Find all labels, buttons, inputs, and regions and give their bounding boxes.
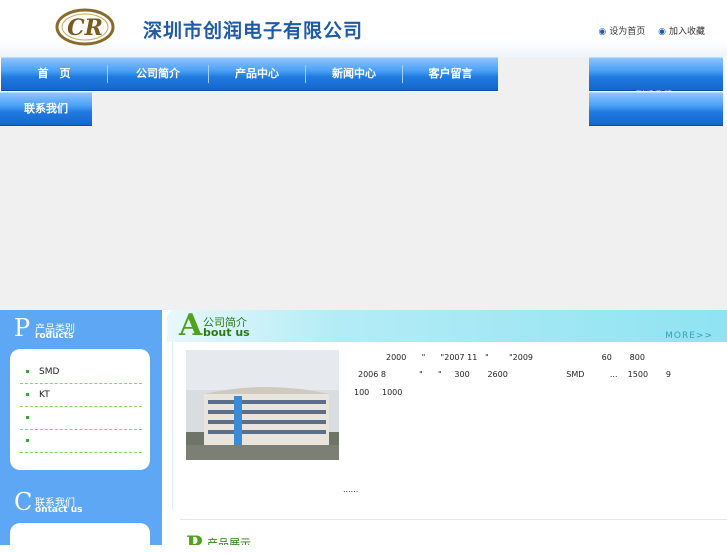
main-nav: 首 页 公司简介 产品中心 新闻中心 客户留言 <box>1 57 498 91</box>
nav-row-2: 联系我们 <box>0 92 92 126</box>
category-item-3[interactable] <box>20 407 142 430</box>
nav-guestbook[interactable]: 客户留言 <box>403 58 498 90</box>
products-showcase-header: P 产品展示 <box>180 532 727 545</box>
eye-icon: ◉ <box>598 27 607 37</box>
banner-center <box>92 92 589 310</box>
contact-box <box>10 523 150 553</box>
about-text-line: 2000 " "2007 11 " "2009 60 800 <box>386 353 645 362</box>
contact-title-en: ontact us <box>35 505 83 515</box>
about-text-line: 100 1000 <box>354 388 403 397</box>
add-favorite-link[interactable]: ◉ 加入收藏 <box>658 27 705 37</box>
products-letter: P <box>14 314 31 342</box>
nav-products[interactable]: 产品中心 <box>209 58 305 90</box>
nav-home[interactable]: 首 页 <box>1 58 107 90</box>
about-text-line: 2006 8 " " 300 2600 SMD ... 1500 9 <box>358 370 671 379</box>
banner-gap <box>498 57 589 92</box>
site-header: CR 深圳市创润电子有限公司 ◉ 设为首页 ◉ 加入收藏 <box>0 0 727 57</box>
nav-news[interactable]: 新闻中心 <box>306 58 402 90</box>
about-ellipsis: ...... <box>343 485 359 494</box>
about-letter: A <box>179 308 203 343</box>
about-header: A 公司简介 bout us MORE>> <box>167 308 727 343</box>
products-showcase-title: 产品展示 <box>207 537 251 545</box>
set-homepage-link[interactable]: ◉ 设为首页 <box>598 27 645 37</box>
category-item-4[interactable] <box>20 430 142 453</box>
nav-right-bottom <box>589 92 723 126</box>
nav-right-top: 联系我们 <box>589 57 723 101</box>
top-links: ◉ 设为首页 ◉ 加入收藏 <box>588 24 705 37</box>
contact-letter: C <box>14 488 33 516</box>
bullet-icon <box>26 415 29 419</box>
company-logo[interactable]: CR <box>55 8 115 46</box>
products-category-title: P 产品类别 roducts <box>0 312 162 342</box>
company-building-photo[interactable] <box>186 350 339 460</box>
bullet-icon <box>26 392 29 396</box>
bullet-icon <box>26 369 29 373</box>
bullet-icon <box>26 438 29 442</box>
nav-contact[interactable]: 联系我们 <box>0 93 92 125</box>
left-sidebar: P 产品类别 roducts SMD KT C 联系我们 ontact us <box>0 310 162 553</box>
category-item-smd[interactable]: SMD <box>20 361 142 384</box>
category-item-kt[interactable]: KT <box>20 384 142 407</box>
company-name: 深圳市创润电子有限公司 <box>143 20 364 42</box>
about-more-link[interactable]: MORE>> <box>665 331 713 341</box>
products-showcase-letter: P <box>186 532 203 545</box>
add-favorite-label: 加入收藏 <box>668 27 705 37</box>
category-label: SMD <box>39 367 60 377</box>
product-category-list: SMD KT <box>10 349 150 470</box>
about-title-en: bout us <box>203 326 250 339</box>
section-divider <box>180 519 727 520</box>
set-homepage-label: 设为首页 <box>609 27 646 37</box>
eye-icon: ◉ <box>658 27 666 37</box>
products-title-en: roducts <box>35 331 74 341</box>
about-body: 2000 " "2007 11 " "2009 60 800 2006 8 " … <box>172 342 727 510</box>
contact-title: C 联系我们 ontact us <box>0 486 162 516</box>
logo-text: CR <box>67 15 103 41</box>
category-label: KT <box>39 390 50 400</box>
nav-about[interactable]: 公司简介 <box>108 58 208 90</box>
